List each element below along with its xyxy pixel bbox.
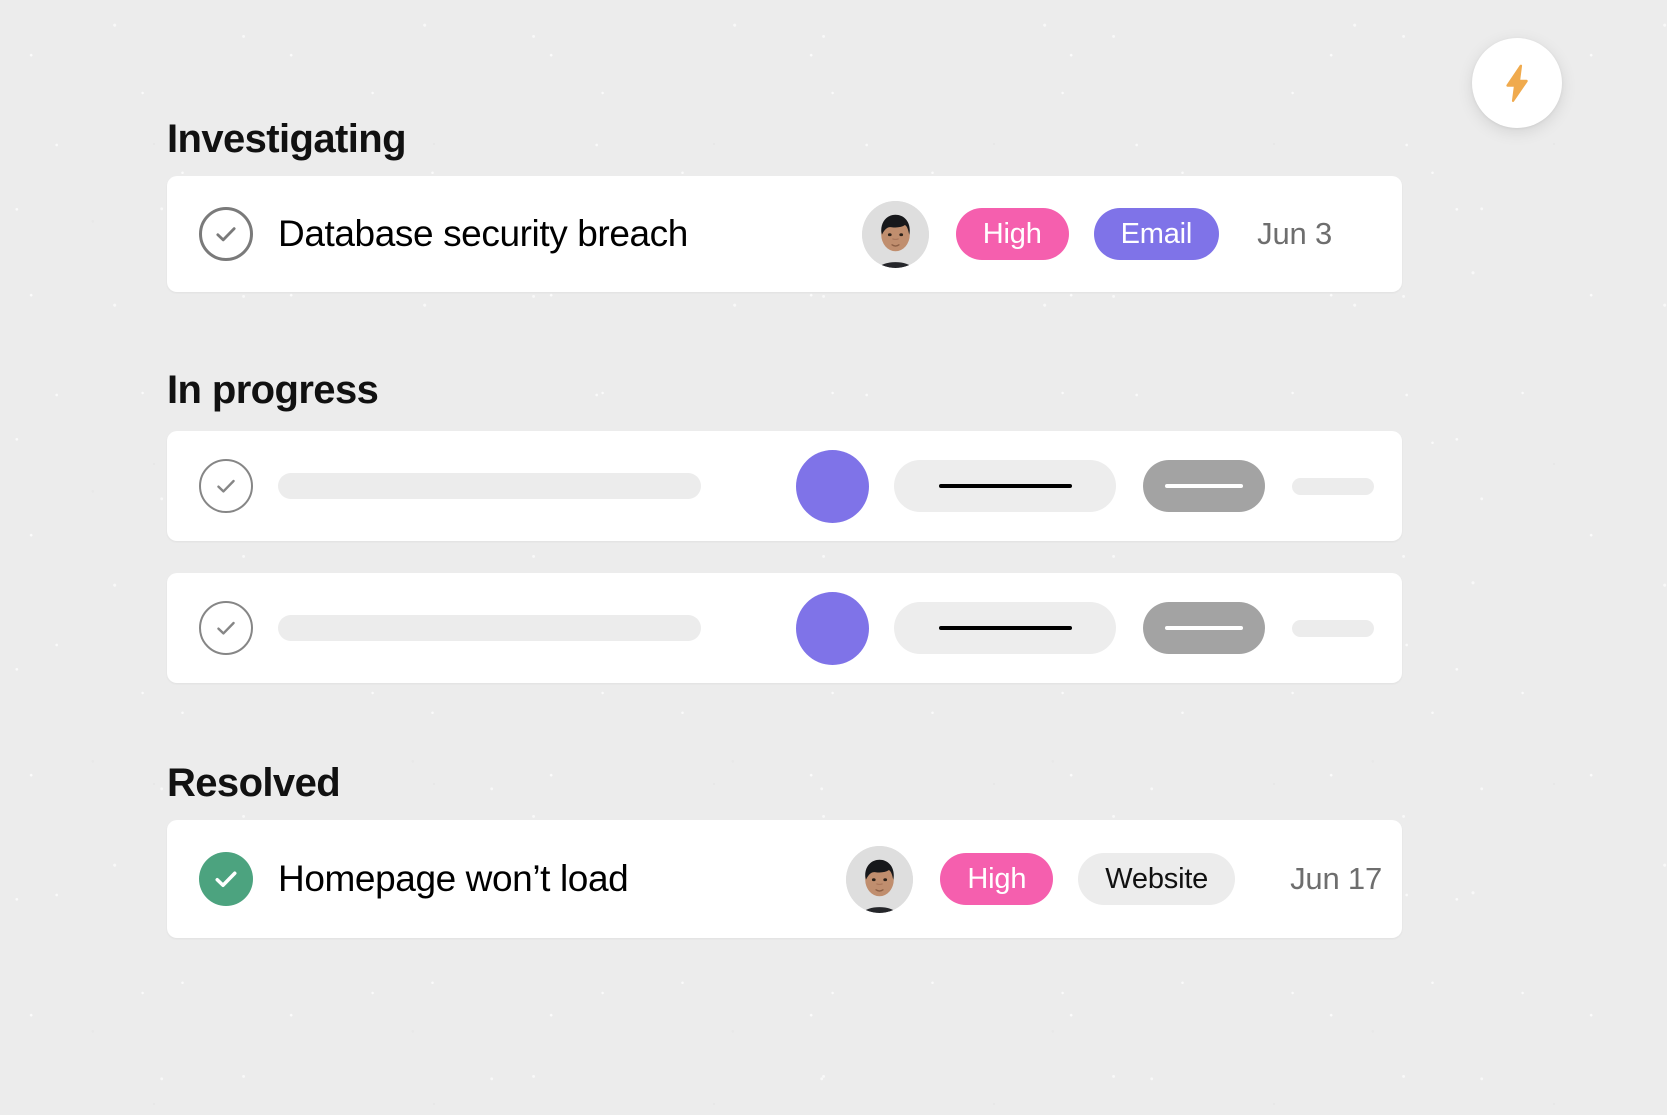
issue-title: Database security breach bbox=[278, 213, 688, 254]
skeleton-title-bar bbox=[278, 615, 701, 641]
skeleton-badge-light bbox=[894, 602, 1116, 654]
skeleton-line bbox=[938, 626, 1072, 630]
skeleton-line bbox=[1165, 626, 1243, 630]
skeleton-title-bar bbox=[278, 473, 701, 499]
skeleton-date-bar bbox=[1292, 619, 1374, 637]
skeleton-avatar bbox=[796, 449, 869, 523]
skeleton-badge-dark bbox=[1143, 460, 1265, 512]
status-toggle-resolved[interactable] bbox=[198, 851, 254, 907]
skeleton-badge-dark bbox=[1143, 602, 1265, 654]
status-toggle-in-progress[interactable] bbox=[198, 600, 254, 656]
priority-badge[interactable]: High bbox=[955, 208, 1069, 260]
section-title-in-progress: In progress bbox=[167, 368, 379, 412]
issue-row-homepage-wont-load[interactable]: Homepage won’t load High Website Jun 17 bbox=[167, 820, 1402, 938]
channel-badge[interactable]: Email bbox=[1093, 208, 1220, 260]
lightning-bolt-icon bbox=[1495, 61, 1539, 105]
issue-row-placeholder[interactable] bbox=[167, 431, 1402, 541]
status-toggle-in-progress[interactable] bbox=[198, 458, 254, 514]
skeleton-date-bar bbox=[1292, 477, 1374, 495]
issue-board: Investigating Database security breach H… bbox=[0, 0, 1667, 1115]
skeleton-line bbox=[938, 484, 1072, 488]
section-title-resolved: Resolved bbox=[167, 761, 341, 805]
check-circle-outline-icon bbox=[199, 459, 253, 513]
issue-meta-cluster: High Email Jun 3 bbox=[861, 176, 1402, 292]
skeleton-meta-cluster bbox=[796, 573, 1402, 683]
section-title-investigating: Investigating bbox=[167, 117, 407, 161]
issue-date: Jun 3 bbox=[1257, 216, 1332, 251]
avatar bbox=[861, 200, 929, 268]
skeleton-badge-light bbox=[894, 460, 1116, 512]
priority-badge[interactable]: High bbox=[940, 853, 1054, 905]
issue-title: Homepage won’t load bbox=[278, 858, 629, 899]
skeleton-avatar bbox=[796, 591, 869, 665]
issue-row-placeholder[interactable] bbox=[167, 573, 1402, 683]
issue-row-database-security-breach[interactable]: Database security breach High Email Jun … bbox=[167, 176, 1402, 292]
issue-meta-cluster: High Website Jun 17 bbox=[846, 820, 1402, 938]
check-circle-filled-icon bbox=[199, 852, 253, 906]
check-circle-outline-icon bbox=[199, 601, 253, 655]
skeleton-meta-cluster bbox=[796, 431, 1402, 541]
status-toggle-investigating[interactable] bbox=[198, 206, 254, 262]
check-circle-outline-icon bbox=[199, 207, 253, 261]
skeleton-line bbox=[1165, 484, 1243, 488]
avatar bbox=[846, 845, 914, 913]
lightning-bolt-action-button[interactable] bbox=[1472, 38, 1562, 128]
channel-badge[interactable]: Website bbox=[1078, 853, 1236, 905]
issue-date: Jun 17 bbox=[1290, 861, 1382, 896]
